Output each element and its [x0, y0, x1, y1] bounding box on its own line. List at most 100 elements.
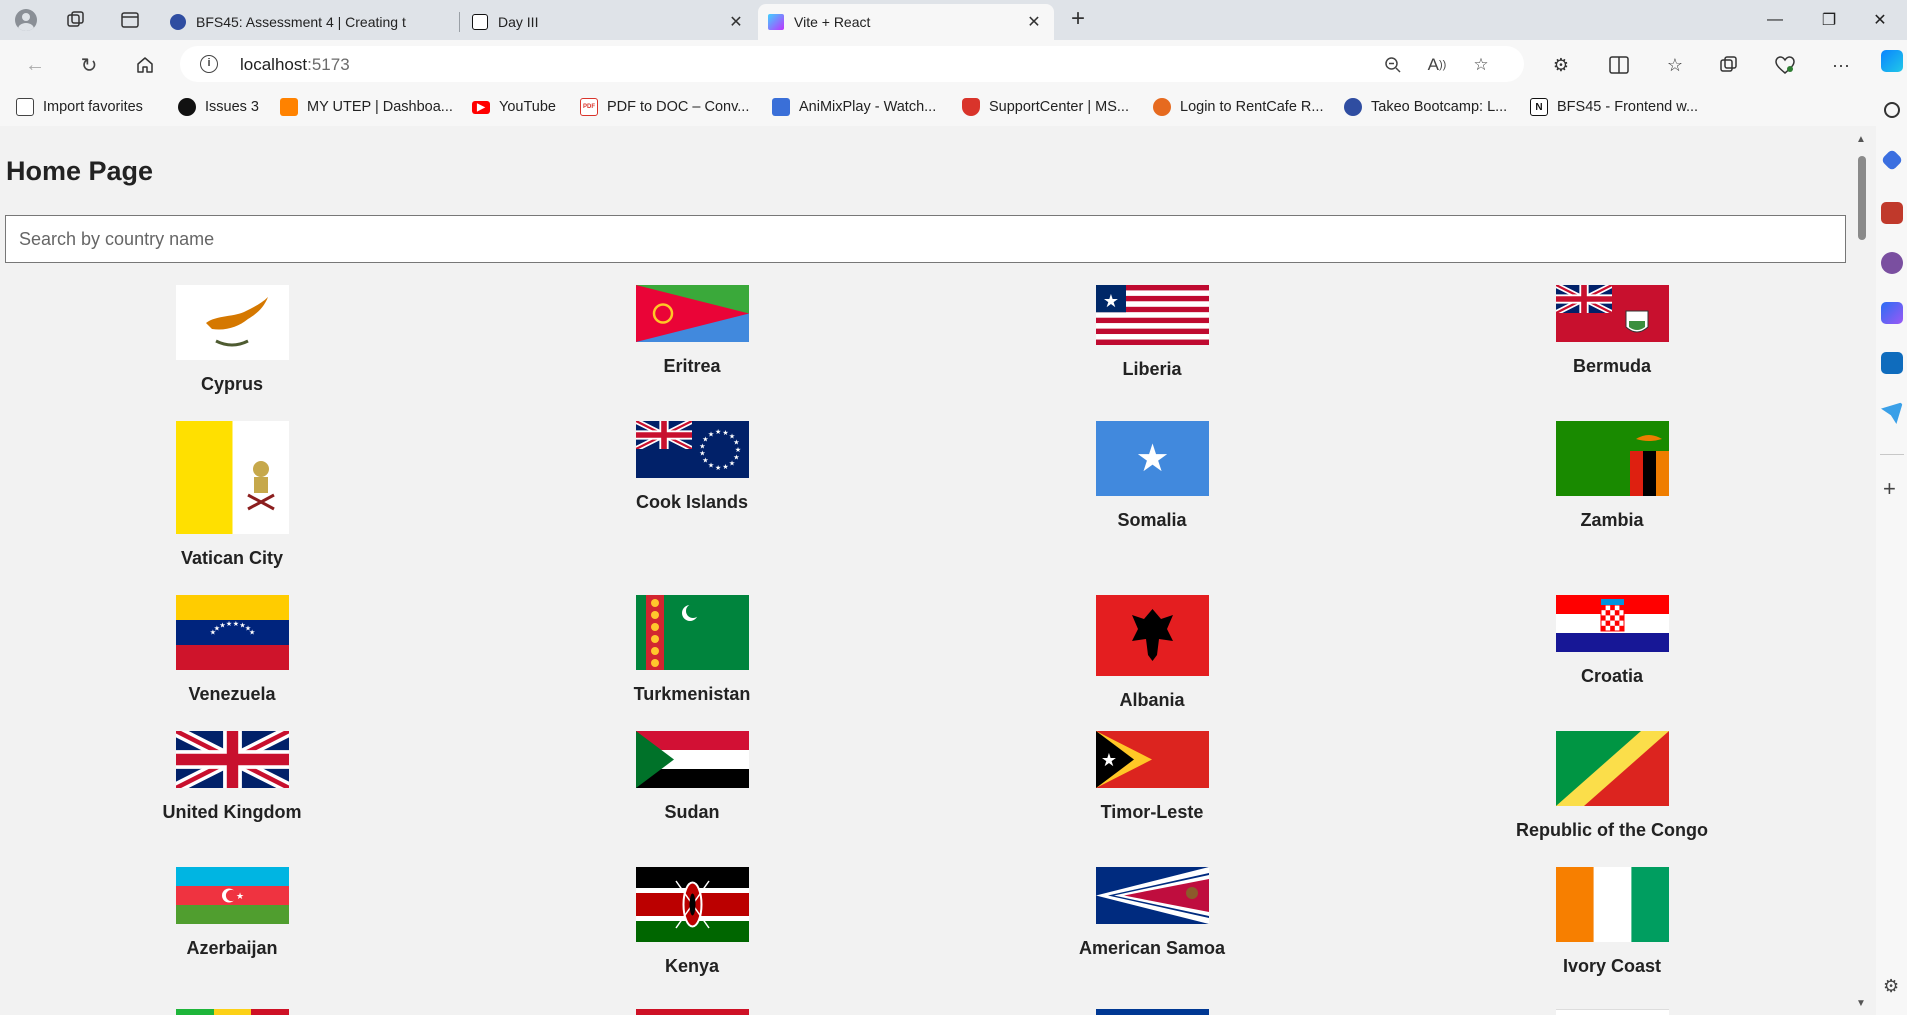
country-name: United Kingdom: [162, 802, 302, 822]
country-name: Kenya: [664, 956, 720, 976]
favorite-my-utep[interactable]: MY UTEP | Dashboa...: [280, 97, 453, 117]
notion-favicon-icon: [472, 14, 488, 30]
outlook-icon[interactable]: [1881, 352, 1903, 374]
restore-button[interactable]: ❐: [1802, 0, 1856, 40]
country-search-input[interactable]: [5, 215, 1846, 263]
site-info-icon[interactable]: i: [200, 55, 218, 73]
country-card-partial[interactable]: [176, 1009, 290, 1015]
collections-icon[interactable]: [1714, 50, 1744, 80]
svg-text:★: ★: [699, 442, 705, 450]
github-icon: [178, 98, 196, 116]
back-icon[interactable]: ←: [20, 50, 50, 80]
favorite-animixplay[interactable]: AniMixPlay - Watch...: [772, 97, 936, 117]
country-card[interactable]: Vatican City: [82, 421, 382, 569]
favorite-issues[interactable]: Issues 3: [178, 97, 259, 117]
favorites-icon[interactable]: ☆: [1660, 50, 1690, 80]
new-tab-button[interactable]: +: [1064, 6, 1092, 34]
takeo-icon: [1344, 98, 1362, 116]
address-bar[interactable]: i localhost:5173 A)) ☆: [180, 46, 1524, 82]
more-menu-icon[interactable]: ···: [1826, 50, 1856, 80]
kenya-flag-image: [635, 867, 749, 942]
edge-sidebar: + ⚙: [1876, 40, 1907, 1015]
favorite-pdf-to-doc[interactable]: PDF PDF to DOC – Conv...: [580, 97, 749, 117]
country-name: Cyprus: [200, 374, 263, 394]
youtube-icon: ▶: [472, 100, 490, 114]
favorite-star-icon[interactable]: ☆: [1468, 52, 1494, 78]
favorite-takeo-bootcamp[interactable]: Takeo Bootcamp: L...: [1344, 97, 1507, 117]
scroll-down-arrow-icon[interactable]: ▼: [1856, 998, 1866, 1009]
zoom-out-icon[interactable]: [1380, 52, 1406, 78]
country-card[interactable]: ★ ★ ★ ★ ★ ★ ★ ★ ★ ★ ★ ★ ★ ★ ★ Cook Islands: [542, 421, 842, 513]
minimize-button[interactable]: —: [1748, 0, 1802, 40]
country-card[interactable]: Zambia: [1462, 421, 1762, 531]
country-card[interactable]: Croatia: [1462, 595, 1762, 687]
favorite-import-favorites[interactable]: Import favorites: [16, 97, 143, 117]
svg-text:★: ★: [248, 629, 254, 637]
country-card[interactable]: Eritrea: [542, 285, 842, 377]
rentcafe-icon: [1153, 98, 1171, 116]
svg-text:★: ★: [699, 450, 705, 458]
scroll-up-arrow-icon[interactable]: ▲: [1856, 134, 1866, 145]
eritrea-flag-image: [635, 285, 749, 342]
tools-icon[interactable]: [1881, 202, 1903, 224]
country-card[interactable]: Sudan: [542, 731, 842, 823]
shopping-icon[interactable]: [1880, 148, 1904, 172]
country-card[interactable]: Turkmenistan: [542, 595, 842, 705]
country-card[interactable]: Kenya: [542, 867, 842, 977]
page-scrollbar[interactable]: ▲ ▼: [1850, 126, 1876, 1015]
favorite-supportcenter[interactable]: SupportCenter | MS...: [962, 97, 1129, 117]
extensions-icon[interactable]: ⚙: [1546, 50, 1576, 80]
microsoft365-icon[interactable]: [1881, 302, 1903, 324]
favorite-bfs45-frontend[interactable]: N BFS45 - Frontend w...: [1530, 97, 1698, 117]
sidebar-settings-icon[interactable]: ⚙: [1883, 976, 1899, 997]
svg-text:★: ★: [235, 891, 243, 901]
country-card[interactable]: Republic of the Congo: [1462, 731, 1762, 841]
country-card[interactable]: Ivory Coast: [1462, 867, 1762, 977]
country-card-partial[interactable]: [1556, 1009, 1669, 1015]
cyprus-flag-image: [175, 285, 289, 360]
favorite-rentcafe[interactable]: Login to RentCafe R...: [1153, 97, 1323, 117]
profile-avatar[interactable]: [12, 6, 40, 34]
tab-vite-react[interactable]: Vite + React ✕: [758, 4, 1054, 40]
country-card[interactable]: ★ ★ ★ ★ ★ ★ ★ ★ Venezuela: [82, 595, 382, 705]
svg-text:★: ★: [1135, 438, 1169, 480]
close-tab-icon[interactable]: ✕: [1024, 12, 1044, 32]
scrollbar-thumb[interactable]: [1858, 156, 1866, 240]
close-tab-icon[interactable]: ✕: [726, 12, 746, 32]
country-card[interactable]: Bermuda: [1462, 285, 1762, 377]
country-name: Turkmenistan: [633, 684, 751, 704]
copilot-icon[interactable]: [1881, 50, 1903, 72]
zambia-flag-image: [1555, 421, 1669, 496]
tab-day-iii[interactable]: Day III ✕: [462, 4, 756, 40]
browser-essentials-icon[interactable]: [1770, 50, 1800, 80]
send-icon[interactable]: [1881, 402, 1903, 424]
country-card-partial[interactable]: [636, 1009, 750, 1015]
workspaces-icon[interactable]: [62, 6, 90, 34]
read-aloud-icon[interactable]: A)): [1424, 52, 1450, 78]
country-card-partial[interactable]: [1096, 1009, 1210, 1015]
vertical-tabs-icon[interactable]: [116, 6, 144, 34]
svg-text:★: ★: [728, 459, 734, 467]
country-card[interactable]: United Kingdom: [82, 731, 382, 823]
country-name: Ivory Coast: [1562, 956, 1662, 976]
sidebar-divider: [1880, 454, 1904, 455]
favorite-youtube[interactable]: ▶ YouTube: [472, 97, 556, 117]
search-icon[interactable]: [1884, 102, 1900, 118]
country-name: Vatican City: [180, 548, 284, 568]
country-card[interactable]: American Samoa: [1002, 867, 1302, 959]
refresh-icon[interactable]: ↻: [74, 50, 104, 80]
add-sidebar-app-icon[interactable]: +: [1883, 476, 1896, 502]
country-card[interactable]: ★ Somalia: [1002, 421, 1302, 531]
home-icon[interactable]: [130, 50, 160, 80]
country-card[interactable]: ★ Timor-Leste: [1002, 731, 1302, 823]
country-card[interactable]: Albania: [1002, 595, 1302, 711]
country-card[interactable]: ★ Liberia: [1002, 285, 1302, 380]
close-window-button[interactable]: ✕: [1853, 0, 1907, 40]
games-icon[interactable]: [1881, 252, 1903, 274]
country-name: Croatia: [1580, 666, 1643, 686]
split-screen-icon[interactable]: [1604, 50, 1634, 80]
tab-bfs45-assessment[interactable]: BFS45: Assessment 4 | Creating t: [160, 4, 458, 40]
country-name: Bermuda: [1572, 356, 1652, 376]
country-card[interactable]: ★ Azerbaijan: [82, 867, 382, 959]
country-card[interactable]: Cyprus: [82, 285, 382, 395]
